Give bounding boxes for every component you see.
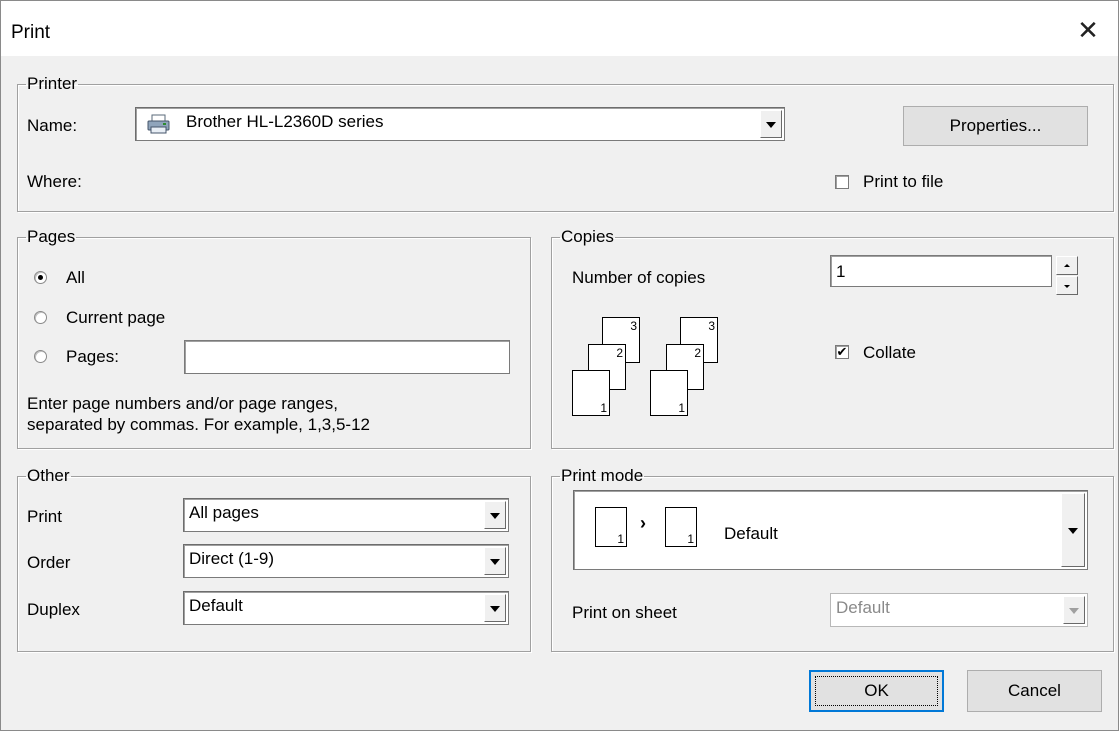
properties-button[interactable]: Properties... xyxy=(903,106,1088,146)
pages-hint-line2: separated by commas. For example, 1,3,5-… xyxy=(27,415,370,434)
chevron-down-icon xyxy=(1063,596,1085,624)
pages-current-label: Current page xyxy=(66,308,166,327)
pages-range-radio[interactable] xyxy=(34,350,47,363)
chevron-down-icon[interactable] xyxy=(484,547,506,575)
printer-name-select[interactable]: Brother HL-L2360D series xyxy=(135,107,785,141)
chevron-down-icon[interactable] xyxy=(484,501,506,529)
chevron-down-icon[interactable] xyxy=(484,594,506,622)
pages-all-radio[interactable] xyxy=(34,271,47,284)
close-icon[interactable]: ✕ xyxy=(1075,17,1101,44)
other-order-select[interactable]: Direct (1-9) xyxy=(183,544,509,578)
title-bar xyxy=(0,0,1119,56)
chevron-down-icon[interactable] xyxy=(1061,493,1085,567)
print-to-file-label: Print to file xyxy=(863,172,944,191)
other-order-value: Direct (1-9) xyxy=(189,549,275,568)
printer-icon xyxy=(147,114,170,134)
other-duplex-label: Duplex xyxy=(27,600,80,619)
pages-hint-line1: Enter page numbers and/or page ranges, xyxy=(27,394,338,413)
pages-range-label: Pages: xyxy=(66,347,119,366)
copies-number-label: Number of copies xyxy=(572,268,706,287)
spin-down-icon[interactable] xyxy=(1056,276,1078,295)
page-icon: 1 xyxy=(595,507,627,547)
window-title: Print xyxy=(11,22,51,43)
print-mode-value: Default xyxy=(724,524,778,543)
pages-all-label: All xyxy=(66,268,85,287)
copies-number-value: 1 xyxy=(836,262,846,281)
other-duplex-select[interactable]: Default xyxy=(183,591,509,625)
collate-page-icon: 1 xyxy=(572,370,610,416)
print-to-file-checkbox[interactable] xyxy=(835,175,849,189)
pages-range-input[interactable] xyxy=(184,340,510,374)
copies-group-label: Copies xyxy=(561,227,614,246)
printer-name-value: Brother HL-L2360D series xyxy=(186,112,384,131)
print-on-sheet-label: Print on sheet xyxy=(572,603,677,622)
other-print-value: All pages xyxy=(189,503,259,522)
collate-label: Collate xyxy=(863,343,916,362)
print-mode-select[interactable]: 1 › 1 Default xyxy=(573,490,1088,570)
other-group-label: Other xyxy=(27,466,70,485)
pages-group-label: Pages xyxy=(27,227,76,246)
other-duplex-value: Default xyxy=(189,596,243,615)
other-order-label: Order xyxy=(27,553,71,572)
print-on-sheet-select[interactable]: Default xyxy=(830,593,1088,627)
other-print-label: Print xyxy=(27,507,62,526)
chevron-down-icon[interactable] xyxy=(760,110,782,138)
arrow-right-icon: › xyxy=(640,513,646,533)
printer-name-label: Name: xyxy=(27,116,78,135)
focus-rect xyxy=(815,676,938,706)
collate-page-icon: 1 xyxy=(650,370,688,416)
printer-where-label: Where: xyxy=(27,172,82,191)
print-mode-group-label: Print mode xyxy=(561,466,644,485)
collate-checkbox[interactable]: ✔ xyxy=(835,345,849,359)
page-icon: 1 xyxy=(665,507,697,547)
spin-up-icon[interactable] xyxy=(1056,256,1078,275)
pages-current-radio[interactable] xyxy=(34,311,47,324)
copies-number-input[interactable]: 1 xyxy=(830,255,1052,287)
other-print-select[interactable]: All pages xyxy=(183,498,509,532)
printer-group-label: Printer xyxy=(27,74,78,93)
copies-spinner[interactable] xyxy=(1056,256,1078,296)
cancel-button[interactable]: Cancel xyxy=(967,670,1102,712)
print-on-sheet-value: Default xyxy=(836,598,890,617)
ok-button[interactable]: OK xyxy=(809,670,944,712)
